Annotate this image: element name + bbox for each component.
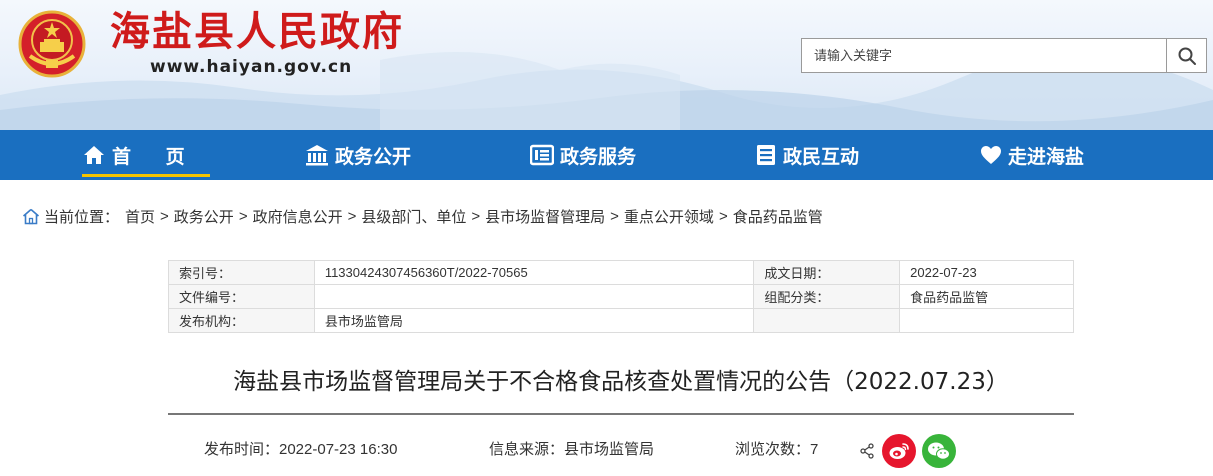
nav-item-gov-services[interactable]: 政务服务 (530, 130, 636, 180)
breadcrumb-separator: > (160, 207, 169, 225)
document-list-icon (757, 145, 775, 165)
breadcrumb-separator: > (471, 207, 481, 225)
weibo-icon (889, 443, 909, 459)
breadcrumb-link-home[interactable]: 首页 (125, 206, 155, 227)
breadcrumb-link-key-areas[interactable]: 重点公开领域 (624, 206, 714, 227)
breadcrumb-separator: > (610, 207, 619, 225)
nav-item-label: 走进海盐 (1008, 145, 1085, 168)
breadcrumb-prefix: 当前位置： (44, 208, 120, 226)
index-value: 11330424307456360T/2022-70565 (313, 260, 755, 285)
breadcrumb: 当前位置： 首页 > 政务公开 > 政府信息公开 > 县级部门、单位 > 县市场… (22, 206, 823, 226)
article-title: 海盐县市场监督管理局关于不合格食品核查处置情况的公告（2022.07.23） (233, 369, 1009, 395)
service-card-icon (530, 144, 554, 166)
view-count: 浏览次数：7 (735, 441, 819, 458)
wechat-icon (928, 442, 950, 460)
publisher-value: 县市场监管局 (313, 308, 755, 333)
category-label: 组配分类： (753, 284, 901, 309)
breadcrumb-link-info-disclosure[interactable]: 政府信息公开 (253, 206, 343, 227)
nav-item-label: 政民互动 (783, 145, 860, 168)
nav-item-about-haiyan[interactable]: 走进海盐 (980, 130, 1084, 180)
date-label: 成文日期： (753, 260, 901, 285)
breadcrumb-link-food-drug[interactable]: 食品药品监管 (733, 206, 823, 227)
search-box (801, 38, 1207, 73)
share-icon[interactable] (859, 443, 875, 459)
share-wechat-button[interactable] (922, 434, 956, 468)
index-label: 索引号： (168, 260, 315, 285)
nav-item-label: 首 页 (112, 145, 199, 168)
title-divider (168, 413, 1074, 415)
publisher-label: 发布机构： (168, 308, 315, 333)
search-input[interactable] (802, 39, 1166, 72)
search-button[interactable] (1166, 39, 1206, 72)
nav-item-home[interactable]: 首 页 (82, 130, 210, 180)
document-info-table: 索引号： 11330424307456360T/2022-70565 成文日期：… (168, 260, 1074, 333)
home-outline-icon (22, 208, 40, 224)
breadcrumb-separator: > (238, 207, 248, 225)
site-url: www.haiyan.gov.cn (150, 57, 353, 77)
breadcrumb-separator: > (347, 207, 357, 225)
heart-icon (981, 146, 1001, 164)
breadcrumb-link-departments[interactable]: 县级部门、单位 (361, 206, 466, 227)
share-weibo-button[interactable] (882, 434, 916, 468)
nav-item-label: 政务公开 (335, 145, 412, 168)
breadcrumb-separator: > (718, 207, 728, 225)
empty-cell (753, 308, 901, 333)
doc-number-label: 文件编号： (168, 284, 315, 309)
info-source: 信息来源：县市场监管局 (489, 441, 655, 458)
national-emblem-icon (18, 10, 86, 78)
breadcrumb-link-gov-affairs[interactable]: 政务公开 (174, 206, 234, 227)
date-value: 2022-07-23 (899, 260, 1074, 285)
table-row: 文件编号： 组配分类： 食品药品监管 (168, 284, 1074, 309)
site-header: 海盐县人民政府 www.haiyan.gov.cn (0, 0, 1213, 130)
category-value: 食品药品监管 (899, 284, 1074, 309)
nav-item-gov-affairs[interactable]: 政务公开 (305, 130, 411, 180)
site-title: 海盐县人民政府 (110, 8, 404, 55)
table-row: 索引号： 11330424307456360T/2022-70565 成文日期：… (168, 260, 1074, 285)
breadcrumb-link-market-bureau[interactable]: 县市场监督管理局 (485, 206, 605, 227)
search-icon (1178, 47, 1196, 65)
doc-number-value (313, 284, 755, 309)
nav-item-label: 政务服务 (560, 145, 637, 168)
publish-time: 发布时间：2022-07-23 16:30 (204, 441, 398, 458)
empty-cell (899, 308, 1074, 333)
government-building-icon (306, 145, 328, 166)
home-icon (84, 146, 104, 164)
table-row: 发布机构： 县市场监管局 (168, 308, 1074, 333)
main-nav: 首 页 政务公开 政务服务 政民互动 走进海盐 (0, 130, 1213, 180)
nav-item-interaction[interactable]: 政民互动 (755, 130, 859, 180)
